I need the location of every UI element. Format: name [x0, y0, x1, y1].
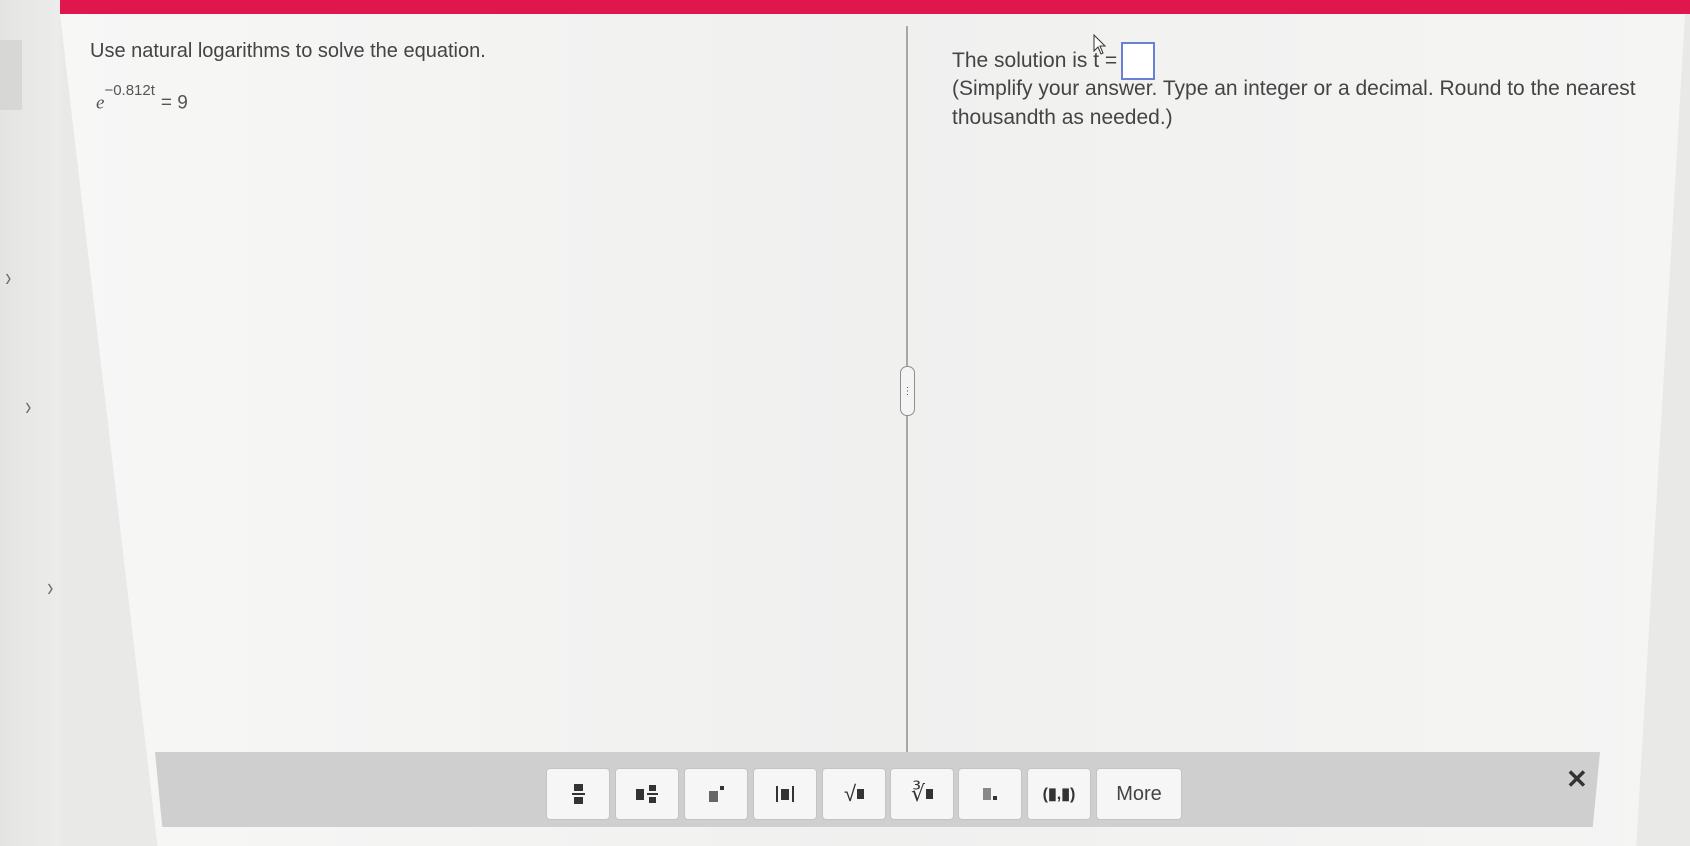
accent-top-bar	[60, 0, 1690, 14]
fraction-button[interactable]	[546, 768, 610, 820]
nth-root-button[interactable]: ∛	[890, 768, 954, 820]
more-button[interactable]: More	[1096, 768, 1182, 820]
mixed-number-icon	[636, 785, 658, 803]
equation-exponent: −0.812t	[104, 82, 155, 99]
question-equation: e−0.812t= 9	[96, 82, 188, 114]
subscript-icon	[983, 788, 997, 800]
exponent-icon	[708, 786, 724, 802]
question-instruction: Use natural logarithms to solve the equa…	[90, 40, 486, 62]
absolute-value-button[interactable]	[753, 768, 817, 820]
equation-rhs: = 9	[160, 92, 188, 114]
chevron-right-icon[interactable]: ›	[25, 393, 31, 419]
exponent-button[interactable]	[684, 768, 748, 820]
absolute-value-icon	[776, 786, 794, 802]
square-root-icon: √	[844, 781, 865, 807]
chevron-right-icon[interactable]: ›	[5, 264, 11, 290]
square-root-button[interactable]: √	[822, 768, 886, 820]
fraction-icon	[571, 784, 585, 804]
ordered-pair-icon: (▮,▮)	[1042, 786, 1076, 803]
pane-resize-handle[interactable]: ⋮	[900, 366, 915, 416]
ordered-pair-button[interactable]: (▮,▮)	[1027, 768, 1091, 820]
left-sidebar	[0, 0, 60, 846]
question-panel	[60, 14, 1685, 846]
nth-root-icon: ∛	[911, 781, 934, 807]
chevron-right-icon[interactable]: ›	[47, 574, 53, 600]
subscript-button[interactable]	[958, 768, 1022, 820]
left-sidebar-tab	[0, 40, 22, 110]
close-icon[interactable]: ✕	[1566, 764, 1588, 795]
mouse-cursor-icon	[1093, 34, 1107, 55]
mixed-number-button[interactable]	[615, 768, 679, 820]
answer-hint: (Simplify your answer. Type an integer o…	[952, 77, 1636, 129]
